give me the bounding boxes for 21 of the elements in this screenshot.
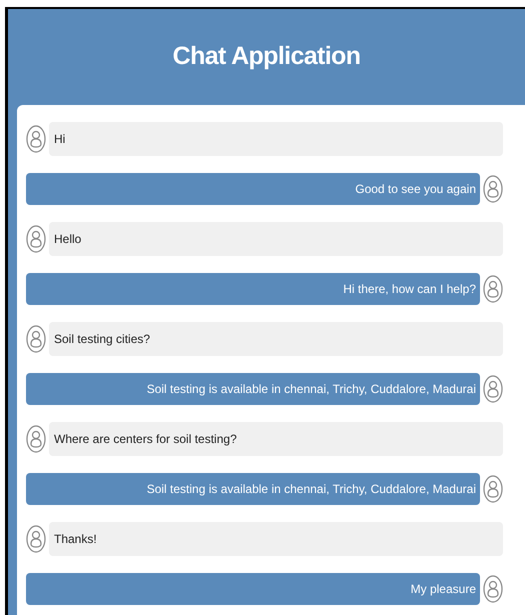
- message-text: Where are centers for soil testing?: [54, 431, 237, 448]
- avatar-icon: [26, 324, 46, 354]
- message-text: Hello: [54, 231, 82, 248]
- avatar-icon: [26, 424, 46, 454]
- message-text: My pleasure: [410, 581, 476, 598]
- message-text: Hi: [54, 131, 66, 148]
- avatar-icon: [483, 374, 503, 404]
- avatar-icon: [483, 474, 503, 504]
- message-text: Good to see you again: [355, 181, 476, 198]
- message-text: Thanks!: [54, 531, 97, 548]
- window-title: Chat Application: [172, 41, 360, 72]
- avatar-icon: [483, 274, 503, 304]
- avatar-icon: [26, 224, 46, 254]
- avatar-icon: [26, 524, 46, 554]
- message-text: Soil testing cities?: [54, 331, 150, 348]
- avatar-icon: [483, 574, 503, 604]
- message-text: Soil testing is available in chennai, Trichy, Cuddalore, Madurai: [146, 481, 476, 498]
- avatar-icon: [26, 124, 46, 154]
- message-text: Hi there, how can I help?: [343, 281, 476, 298]
- avatar-icon: [483, 174, 503, 204]
- message-text: Soil testing is available in chennai, Trichy, Cuddalore, Madurai: [146, 381, 476, 398]
